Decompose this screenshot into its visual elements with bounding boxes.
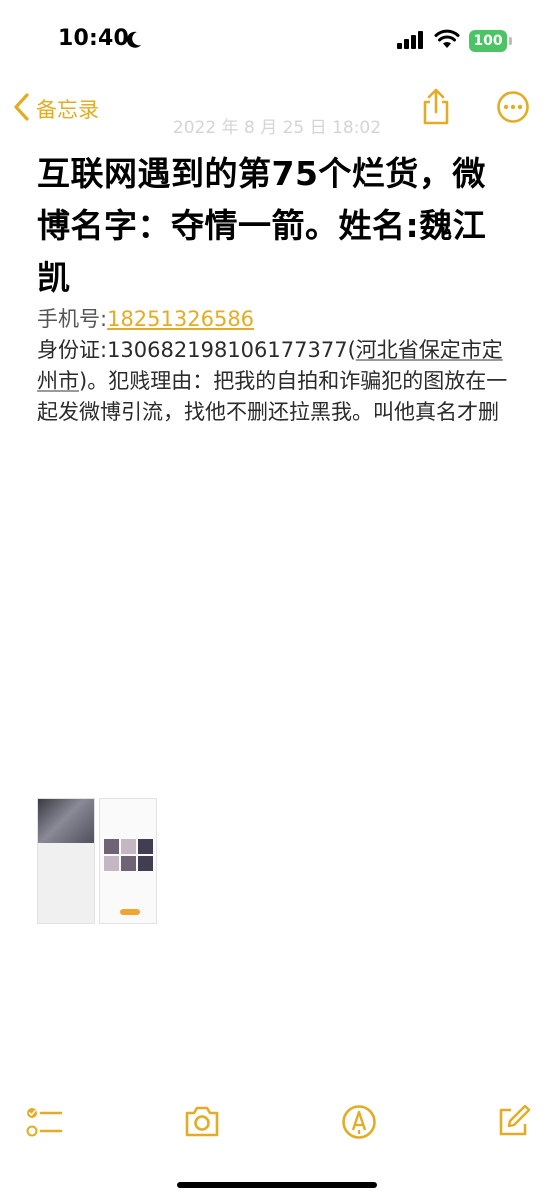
battery-icon: 100 bbox=[469, 30, 507, 52]
image-attachment[interactable] bbox=[37, 798, 157, 924]
bottom-toolbar bbox=[0, 1098, 554, 1148]
status-bar: 10:40 100 bbox=[0, 0, 554, 82]
wifi-icon bbox=[434, 29, 460, 53]
id-prefix: 身份证:130682198106177377( bbox=[37, 338, 356, 362]
body-text: )。犯贱理由：把我的自拍和诈骗犯的图放在一起发微博引流，找他不删还拉黑我。叫他真… bbox=[37, 369, 508, 424]
checklist-icon[interactable] bbox=[26, 1104, 64, 1146]
note-date: 2022 年 8 月 25 日 18:02 bbox=[172, 118, 382, 138]
thumbnail-profile-banner bbox=[38, 799, 94, 843]
cellular-signal-icon bbox=[397, 31, 425, 53]
moon-icon bbox=[126, 31, 142, 53]
home-indicator bbox=[177, 1182, 377, 1188]
thumbnail-button bbox=[120, 909, 140, 915]
note-title: 互联网遇到的第75个烂货，微博名字：夺情一箭。姓名:魏江凯 bbox=[37, 154, 487, 297]
screenshot-thumbnail-right bbox=[99, 798, 157, 924]
compose-icon[interactable] bbox=[495, 1104, 531, 1144]
phone-link[interactable]: 18251326586 bbox=[107, 307, 254, 331]
id-paragraph: 身份证:130682198106177377(河北省保定市定州市)。犯贱理由：把… bbox=[37, 335, 517, 428]
phone-label: 手机号: bbox=[37, 307, 108, 331]
phone-line: 手机号:18251326586 bbox=[37, 304, 517, 335]
battery-tip bbox=[509, 37, 512, 45]
screenshot-thumbnail-left bbox=[37, 798, 95, 924]
thumbnail-photo-grid bbox=[104, 839, 153, 871]
camera-icon[interactable] bbox=[183, 1104, 221, 1142]
markup-icon[interactable] bbox=[341, 1104, 377, 1144]
note-body[interactable]: 互联网遇到的第75个烂货，微博名字：夺情一箭。姓名:魏江凯 手机号:182513… bbox=[37, 148, 517, 428]
status-time: 10:40 bbox=[58, 26, 130, 51]
